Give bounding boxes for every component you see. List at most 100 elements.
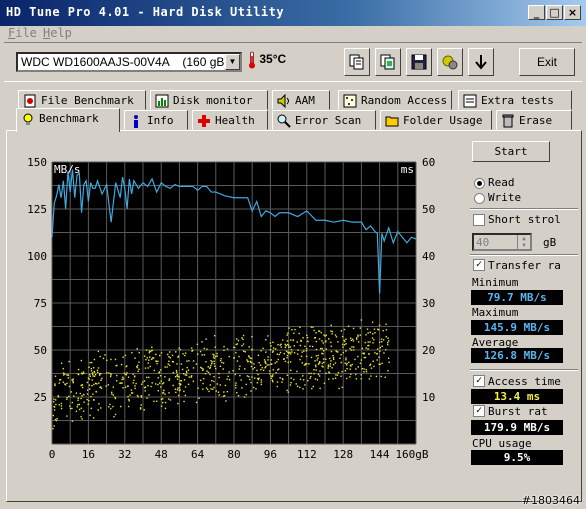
access-time-point <box>192 360 195 362</box>
access-time-point <box>258 361 260 364</box>
access-time-point <box>69 407 72 410</box>
access-time-point <box>322 361 325 364</box>
access-time-point <box>253 366 256 369</box>
access-time-point <box>356 337 358 339</box>
spinner-icon[interactable]: ▲ ▼ <box>517 235 530 249</box>
access-time-point <box>175 351 177 353</box>
menu-help[interactable]: Help <box>43 26 72 40</box>
tab-extra-tests[interactable]: Extra tests <box>458 90 572 110</box>
y-tick-label-right: 40 <box>422 250 435 263</box>
menu-file[interactable]: File <box>8 26 37 40</box>
access-time-point <box>307 340 309 343</box>
access-time-point <box>296 353 299 355</box>
access-time-point <box>162 382 165 384</box>
access-time-point <box>146 357 148 359</box>
temperature-value: 35°C <box>259 52 287 67</box>
access-time-point <box>179 384 182 386</box>
access-time-point <box>365 347 367 349</box>
access-time-point <box>372 342 374 344</box>
short-stroke-checkbox[interactable] <box>473 214 485 226</box>
access-time-point <box>340 330 343 332</box>
transfer-rate-checkbox[interactable]: ✓ <box>473 259 485 271</box>
access-time-point <box>363 356 366 359</box>
tab-random-access[interactable]: Random Access <box>338 90 452 110</box>
access-time-point <box>60 407 63 410</box>
access-time-point <box>105 385 107 387</box>
drive-select[interactable]: WDC WD1600AAJS-00V4A (160 gB) ▼ <box>16 52 242 72</box>
access-time-point <box>332 363 335 366</box>
close-button[interactable]: × <box>564 5 581 20</box>
tab-benchmark[interactable]: Benchmark <box>16 108 120 132</box>
options-button[interactable] <box>437 48 463 76</box>
access-time-point <box>332 356 335 359</box>
access-time-point <box>368 378 371 380</box>
access-time-point <box>168 378 171 380</box>
access-time-point <box>180 380 183 382</box>
access-time-point <box>385 329 388 331</box>
access-time-point <box>281 381 283 383</box>
access-time-point <box>213 360 215 362</box>
tab-error-scan[interactable]: Error Scan <box>272 110 376 130</box>
burst-rate-checkbox[interactable]: ✓ <box>473 405 485 417</box>
tab-label: File Benchmark <box>41 94 134 107</box>
access-time-point <box>86 393 89 395</box>
tab-health[interactable]: Health <box>192 110 268 130</box>
download-button[interactable] <box>468 48 494 76</box>
access-time-point <box>129 394 131 396</box>
access-time-point <box>305 355 308 358</box>
exit-button[interactable]: Exit <box>519 48 575 76</box>
tab-disk-monitor[interactable]: Disk monitor <box>150 90 268 110</box>
access-time-point <box>236 360 239 362</box>
access-time-point <box>179 389 181 391</box>
access-time-point <box>140 404 142 406</box>
access-time-point <box>318 375 321 377</box>
access-time-point <box>319 387 321 390</box>
start-button[interactable]: Start <box>472 141 550 162</box>
access-time-point <box>279 351 282 354</box>
access-time-point <box>315 340 318 343</box>
short-stroke-input[interactable]: 40 ▲ ▼ <box>472 233 532 251</box>
access-time-point <box>242 338 244 341</box>
access-time-point <box>56 417 58 420</box>
access-time-checkbox[interactable]: ✓ <box>473 375 485 387</box>
read-radio[interactable] <box>474 178 485 189</box>
copy-text-button[interactable] <box>344 48 370 76</box>
access-time-point <box>270 345 272 347</box>
copy-screenshot-button[interactable] <box>375 48 401 76</box>
save-button[interactable] <box>406 48 432 76</box>
tab-aam[interactable]: AAM <box>272 90 330 110</box>
access-time-point <box>352 327 355 330</box>
access-time-point <box>345 357 347 359</box>
access-time-point <box>341 370 343 373</box>
access-time-point <box>311 345 314 348</box>
short-stroke-unit: gB <box>543 236 557 249</box>
access-time-point <box>205 338 207 340</box>
access-time-point <box>375 375 378 378</box>
tab-info[interactable]: Info <box>124 110 188 130</box>
chevron-down-icon[interactable]: ▼ <box>225 54 240 70</box>
access-time-point <box>81 373 84 375</box>
access-time-point <box>387 337 389 339</box>
access-time-point <box>325 348 327 350</box>
maximize-button[interactable]: □ <box>546 5 563 20</box>
extra-tests-icon <box>463 94 477 108</box>
access-time-point <box>236 343 239 345</box>
access-time-point <box>298 332 300 335</box>
access-time-point <box>178 386 181 389</box>
thermometer-icon <box>249 51 255 69</box>
access-time-point <box>317 357 319 359</box>
access-time-point <box>306 336 309 339</box>
tab-file-benchmark[interactable]: File Benchmark <box>18 90 146 110</box>
access-time-point <box>94 373 97 376</box>
access-time-point <box>160 386 162 388</box>
access-time-point <box>127 405 130 408</box>
tab-folder-usage[interactable]: Folder Usage <box>380 110 492 130</box>
access-time-point <box>385 349 387 351</box>
tab-erase[interactable]: Erase <box>496 110 572 130</box>
access-time-point <box>211 361 213 363</box>
write-radio[interactable] <box>474 193 485 204</box>
access-time-point <box>114 358 117 361</box>
disk-monitor-icon <box>155 94 169 108</box>
minimize-button[interactable]: _ <box>528 5 545 20</box>
access-time-point <box>330 345 333 347</box>
